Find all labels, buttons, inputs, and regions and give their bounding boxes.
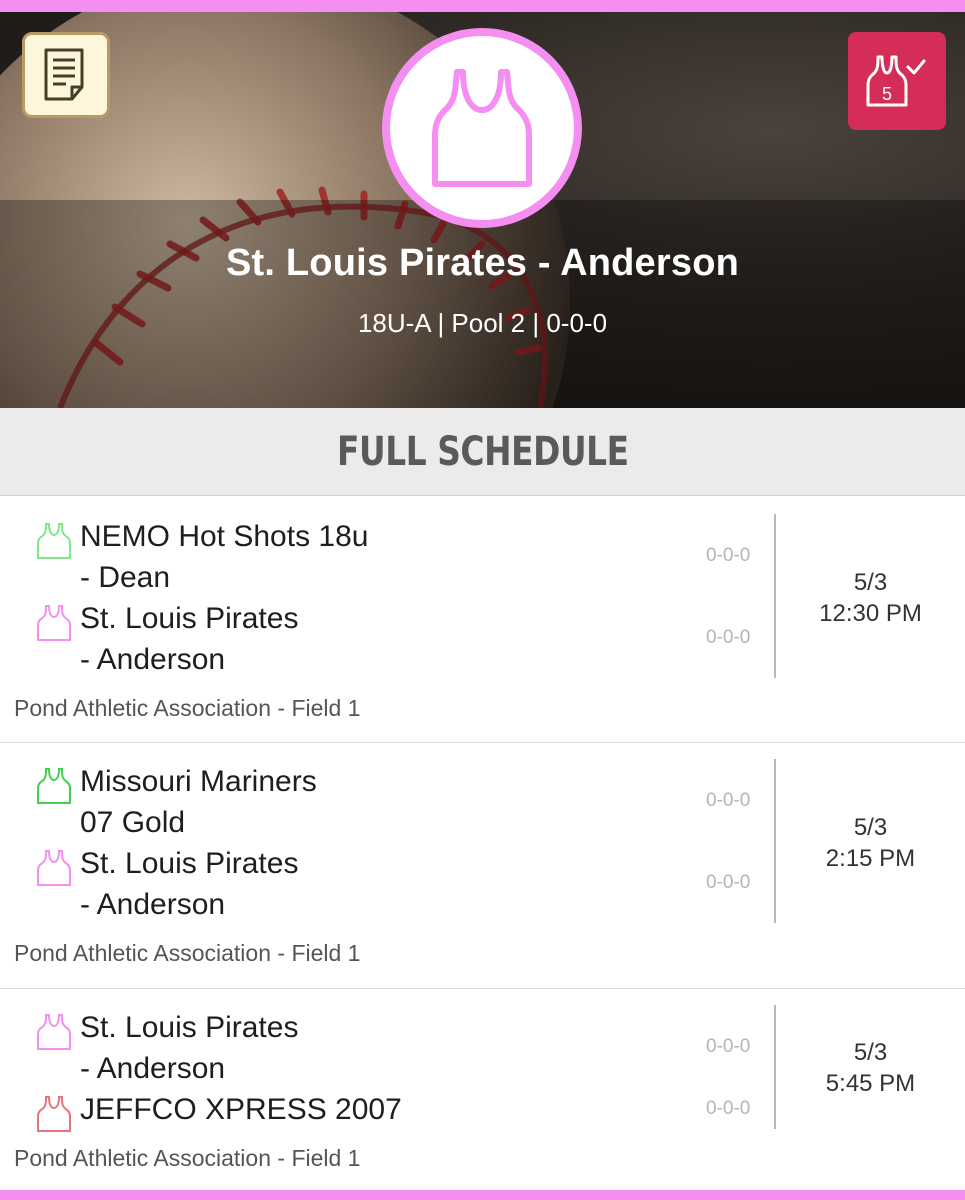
home-record: 0-0-0	[706, 790, 751, 811]
notes-icon	[44, 48, 84, 101]
game-datetime: 5/3 5:45 PM	[776, 1037, 965, 1099]
team-title: St. Louis Pirates - Anderson	[225, 242, 740, 284]
top-accent-bar	[0, 0, 965, 12]
jersey-icon	[37, 768, 71, 804]
game-venue: Pond Athletic Association - Field 1	[14, 940, 361, 966]
jersey-icon	[37, 1096, 71, 1132]
jersey-icon	[37, 523, 71, 559]
game-card[interactable]: Missouri Mariners 07 Gold St. Louis Pira…	[0, 743, 965, 989]
game-card[interactable]: St. Louis Pirates - Anderson JEFFCO XPRE…	[0, 989, 965, 1190]
jersey-icon	[432, 69, 532, 187]
game-time: 2:15 PM	[825, 845, 916, 872]
notes-button[interactable]	[22, 32, 110, 118]
team-name: St. Louis Pirates - Anderson	[80, 602, 299, 676]
game-venue: Pond Athletic Association - Field 1	[14, 695, 361, 721]
checkin-button[interactable]: 5	[848, 32, 946, 130]
jersey-icon	[37, 1014, 71, 1050]
game-date: 5/3	[853, 814, 888, 841]
checkin-badge: 5	[882, 84, 892, 104]
away-record: 0-0-0	[706, 872, 751, 893]
game-datetime: 5/3 2:15 PM	[776, 812, 965, 874]
game-time: 12:30 PM	[819, 600, 922, 627]
schedule-title: FULL SCHEDULE	[336, 428, 629, 475]
team-header: 5 St. Louis Pirates - Anderson 18U-A | P…	[0, 12, 965, 408]
bottom-accent-bar	[0, 1190, 965, 1200]
game-card[interactable]: NEMO Hot Shots 18u - Dean St. Louis Pira…	[0, 497, 965, 743]
team-name: Missouri Mariners 07 Gold	[80, 765, 317, 839]
game-time: 5:45 PM	[825, 1070, 916, 1097]
schedule-header: FULL SCHEDULE	[0, 408, 965, 496]
away-record: 0-0-0	[706, 627, 751, 648]
jersey-check-icon: 5	[866, 55, 926, 107]
team-name: NEMO Hot Shots 18u - Dean	[80, 520, 369, 594]
team-name: St. Louis Pirates - Anderson	[80, 1011, 299, 1085]
team-name: St. Louis Pirates - Anderson	[80, 847, 299, 921]
game-date: 5/3	[853, 1039, 888, 1066]
team-logo	[382, 28, 582, 228]
title-band	[0, 200, 965, 408]
game-date: 5/3	[853, 569, 888, 596]
team-name: JEFFCO XPRESS 2007	[80, 1093, 402, 1126]
game-datetime: 5/3 12:30 PM	[776, 567, 965, 629]
jersey-icon	[37, 850, 71, 886]
jersey-icon	[37, 605, 71, 641]
game-venue: Pond Athletic Association - Field 1	[14, 1145, 361, 1171]
home-record: 0-0-0	[706, 1036, 751, 1057]
away-record: 0-0-0	[706, 1098, 751, 1119]
home-record: 0-0-0	[706, 545, 751, 566]
team-subtitle: 18U-A | Pool 2 | 0-0-0	[357, 308, 608, 338]
